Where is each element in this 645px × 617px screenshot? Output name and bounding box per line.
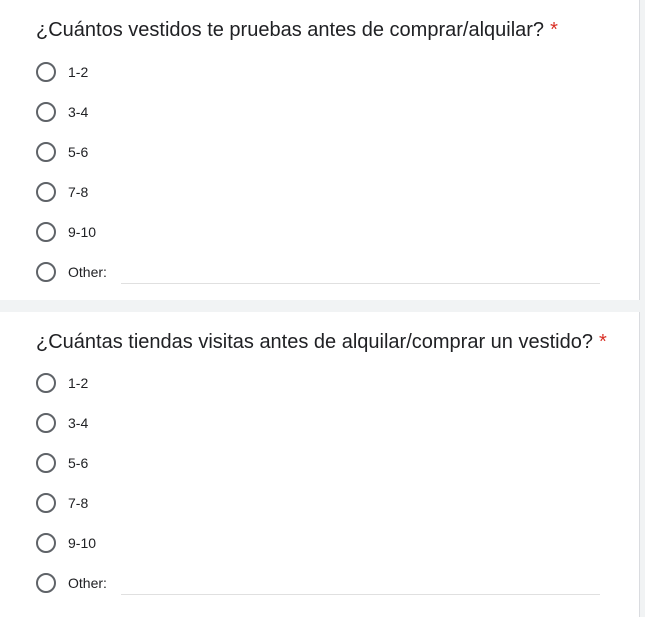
option-label: Other: (68, 575, 107, 591)
radio-option-other[interactable]: Other: (36, 260, 107, 284)
radio-option-3-4[interactable]: 3-4 (36, 100, 88, 124)
radio-option-7-8[interactable]: 7-8 (36, 180, 88, 204)
radio-button[interactable] (36, 413, 56, 433)
question-title-text: ¿Cuántos vestidos te pruebas antes de co… (36, 19, 545, 41)
question-title-2: ¿Cuántas tiendas visitas antes de alquil… (36, 330, 607, 354)
option-label: 7-8 (68, 495, 89, 511)
option-label: 5-6 (68, 455, 89, 471)
radio-button[interactable] (36, 62, 56, 82)
option-label: 9-10 (68, 224, 97, 240)
radio-option-5-6[interactable]: 5-6 (36, 451, 88, 475)
radio-option-1-2[interactable]: 1-2 (36, 60, 88, 84)
option-label: 7-8 (68, 184, 89, 200)
question-card-1: ¿Cuántos vestidos te pruebas antes de co… (0, 0, 640, 300)
radio-option-9-10[interactable]: 9-10 (36, 531, 96, 555)
required-asterisk: * (598, 331, 607, 353)
radio-option-5-6[interactable]: 5-6 (36, 140, 88, 164)
option-label: 5-6 (68, 144, 89, 160)
radio-button[interactable] (36, 493, 56, 513)
radio-option-3-4[interactable]: 3-4 (36, 411, 88, 435)
radio-button[interactable] (36, 373, 56, 393)
option-label: Other: (68, 264, 107, 280)
radio-option-other[interactable]: Other: (36, 571, 107, 595)
radio-option-1-2[interactable]: 1-2 (36, 371, 88, 395)
option-label: 3-4 (68, 104, 89, 120)
radio-option-7-8[interactable]: 7-8 (36, 491, 88, 515)
required-asterisk: * (550, 19, 558, 41)
radio-button[interactable] (36, 262, 56, 282)
question-title-1: ¿Cuántos vestidos te pruebas antes de co… (36, 18, 558, 42)
radio-button[interactable] (36, 142, 56, 162)
radio-button[interactable] (36, 533, 56, 553)
question-card-2: ¿Cuántas tiendas visitas antes de alquil… (0, 312, 640, 617)
radio-button[interactable] (36, 573, 56, 593)
radio-button[interactable] (36, 222, 56, 242)
radio-option-9-10[interactable]: 9-10 (36, 220, 96, 244)
radio-button[interactable] (36, 182, 56, 202)
radio-button[interactable] (36, 453, 56, 473)
other-text-input[interactable] (121, 283, 600, 284)
question-title-text: ¿Cuántas tiendas visitas antes de alquil… (36, 331, 593, 353)
option-label: 1-2 (68, 64, 89, 80)
other-text-input[interactable] (121, 594, 600, 595)
option-label: 3-4 (68, 415, 89, 431)
form-page: ¿Cuántos vestidos te pruebas antes de co… (0, 0, 645, 617)
option-label: 9-10 (68, 535, 97, 551)
option-label: 1-2 (68, 375, 89, 391)
radio-button[interactable] (36, 102, 56, 122)
